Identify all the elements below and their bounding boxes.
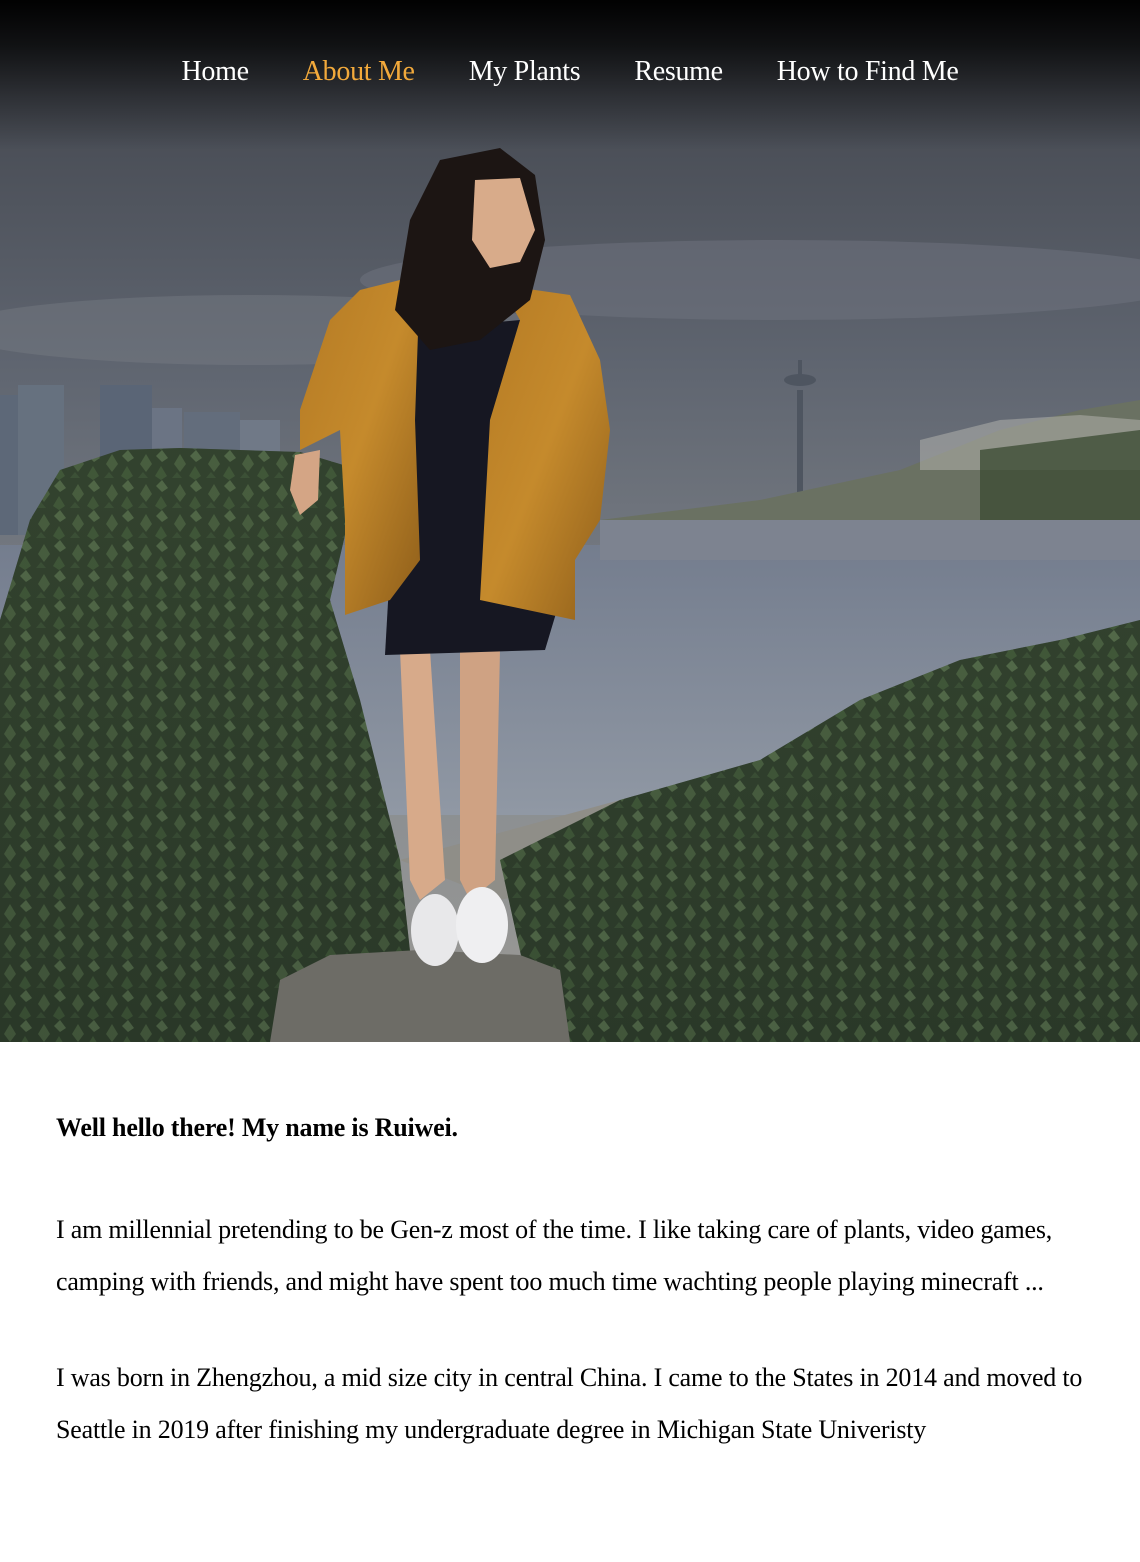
- about-paragraph-hobbies: I am millennial pretending to be Gen-z m…: [56, 1215, 1053, 1296]
- nav-item-resume: Resume: [634, 56, 723, 88]
- nav-item-home: Home: [182, 56, 250, 88]
- nav-list: Home About Me My Plants Resume How to Fi…: [0, 0, 1140, 88]
- main-nav: Home About Me My Plants Resume How to Fi…: [0, 0, 1140, 150]
- nav-link-resume[interactable]: Resume: [634, 56, 723, 87]
- nav-item-about-me: About Me: [303, 56, 415, 88]
- about-content: Well hello there! My name is Ruiwei. I a…: [0, 1042, 1140, 1456]
- nav-link-about-me[interactable]: About Me: [303, 56, 415, 87]
- hero-photo: [0, 0, 1140, 1042]
- about-paragraph-background: I was born in Zhengzhou, a mid size city…: [56, 1363, 1083, 1444]
- about-heading: Well hello there! My name is Ruiwei.: [56, 1113, 458, 1142]
- nav-item-my-plants: My Plants: [469, 56, 581, 88]
- nav-link-how-to-find-me[interactable]: How to Find Me: [777, 56, 959, 87]
- nav-item-how-to-find-me: How to Find Me: [777, 56, 959, 88]
- hero-section: Home About Me My Plants Resume How to Fi…: [0, 0, 1140, 1042]
- nav-link-home[interactable]: Home: [182, 56, 250, 87]
- nav-link-my-plants[interactable]: My Plants: [469, 56, 581, 87]
